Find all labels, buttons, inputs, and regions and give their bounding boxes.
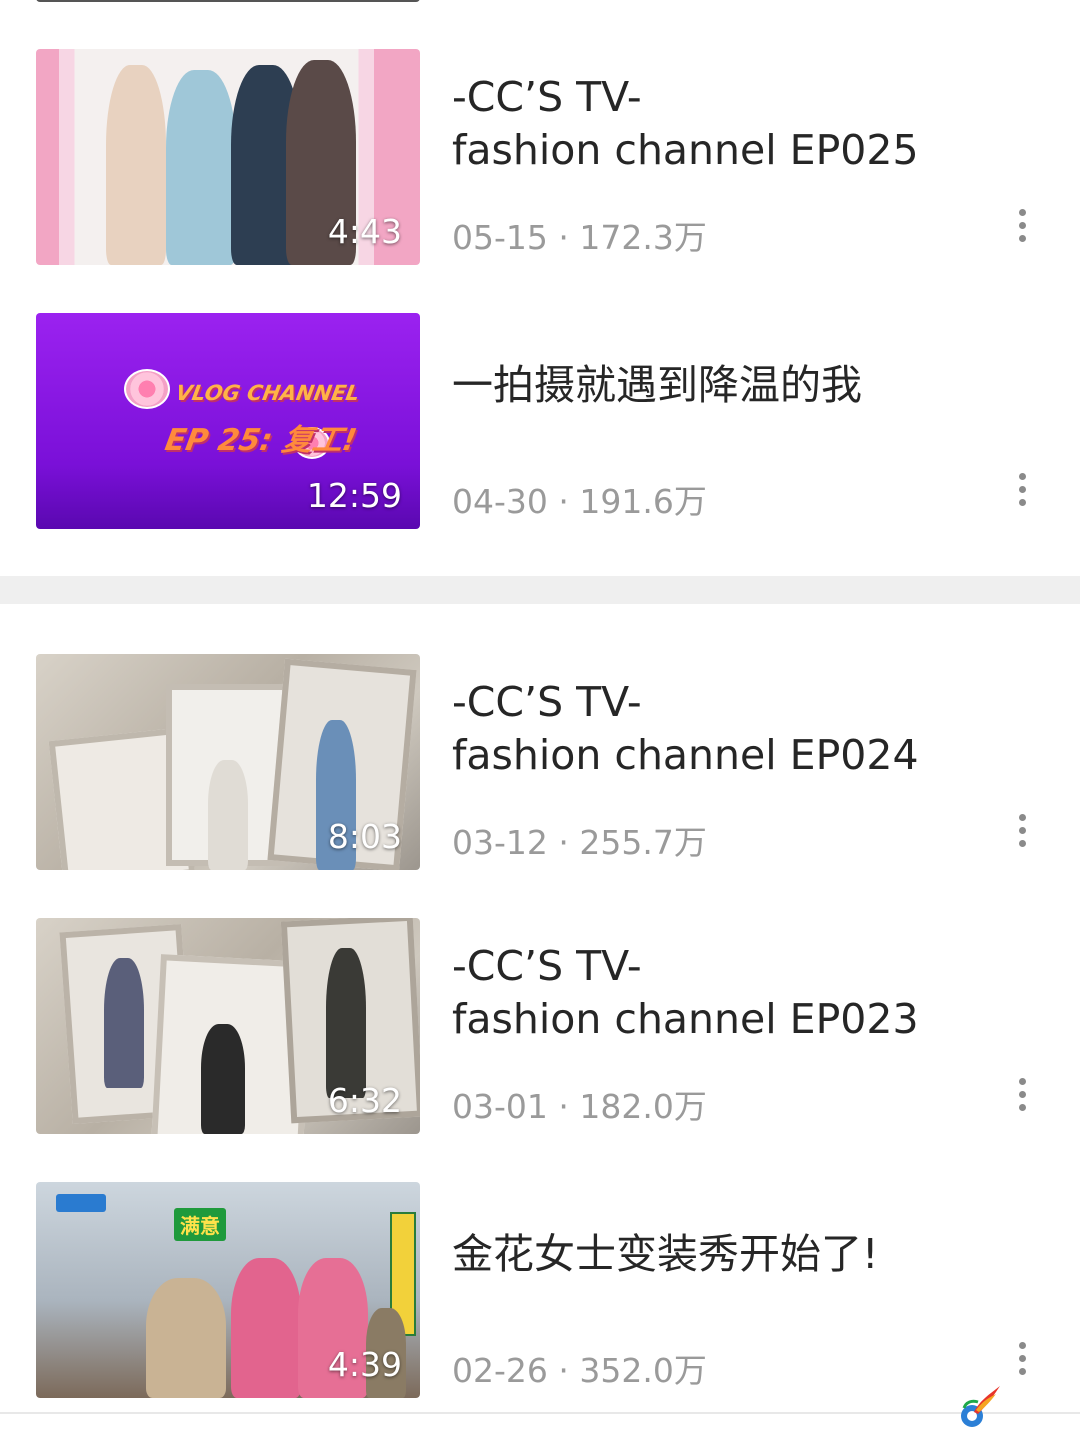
video-meta: 02-26 · 352.0万 — [452, 1351, 707, 1390]
flower-icon — [124, 369, 170, 409]
video-title[interactable]: 金花女士变装秀开始了! — [452, 1228, 972, 1281]
video-item[interactable]: 4:43 -CC’S TV- fashion channel EP025 05-… — [0, 49, 1080, 265]
video-thumbnail[interactable]: 6:32 — [36, 918, 420, 1134]
video-item[interactable]: 6:32 -CC’S TV- fashion channel EP023 03-… — [0, 918, 1080, 1134]
video-item[interactable]: 满意 4:39 金花女士变装秀开始了! 02-26 · 352.0万 — [0, 1182, 1080, 1398]
video-item[interactable]: 8:03 -CC’S TV- fashion channel EP024 03-… — [0, 654, 1080, 870]
thumbnail-badge: 满意 — [174, 1208, 226, 1241]
video-title[interactable]: 一拍摄就遇到降温的我 — [452, 359, 972, 412]
video-duration: 4:39 — [327, 1345, 402, 1384]
video-meta: 03-01 · 182.0万 — [452, 1087, 707, 1126]
video-thumbnail[interactable]: VLOG CHANNEL EP 25: 复工! 12:59 — [36, 313, 420, 529]
list-bottom-border — [0, 1412, 1080, 1414]
video-title[interactable]: -CC’S TV- fashion channel EP025 — [452, 71, 972, 177]
video-title[interactable]: -CC’S TV- fashion channel EP024 — [452, 676, 972, 782]
previous-thumbnail-edge — [36, 0, 420, 2]
thumbnail-text-line1: VLOG CHANNEL — [173, 381, 362, 405]
video-thumbnail[interactable]: 4:43 — [36, 49, 420, 265]
section-divider — [0, 576, 1080, 604]
video-duration: 6:32 — [327, 1081, 402, 1120]
video-meta: 04-30 · 191.6万 — [452, 482, 707, 521]
video-title[interactable]: -CC’S TV- fashion channel EP023 — [452, 940, 972, 1046]
video-duration: 8:03 — [327, 817, 402, 856]
video-meta: 05-15 · 172.3万 — [452, 218, 707, 257]
more-options-icon[interactable] — [1010, 473, 1034, 513]
video-item[interactable]: VLOG CHANNEL EP 25: 复工! 12:59 一拍摄就遇到降温的我… — [0, 313, 1080, 529]
watermark-logo-icon — [961, 1386, 1000, 1427]
more-options-icon[interactable] — [1010, 209, 1034, 249]
thumbnail-text-line2: EP 25: 复工! — [162, 423, 360, 458]
video-duration: 4:43 — [327, 212, 402, 251]
video-thumbnail[interactable]: 8:03 — [36, 654, 420, 870]
video-thumbnail[interactable]: 满意 4:39 — [36, 1182, 420, 1398]
more-options-icon[interactable] — [1010, 1342, 1034, 1382]
video-duration: 12:59 — [306, 476, 402, 515]
video-meta: 03-12 · 255.7万 — [452, 823, 707, 862]
more-options-icon[interactable] — [1010, 814, 1034, 854]
more-options-icon[interactable] — [1010, 1078, 1034, 1118]
